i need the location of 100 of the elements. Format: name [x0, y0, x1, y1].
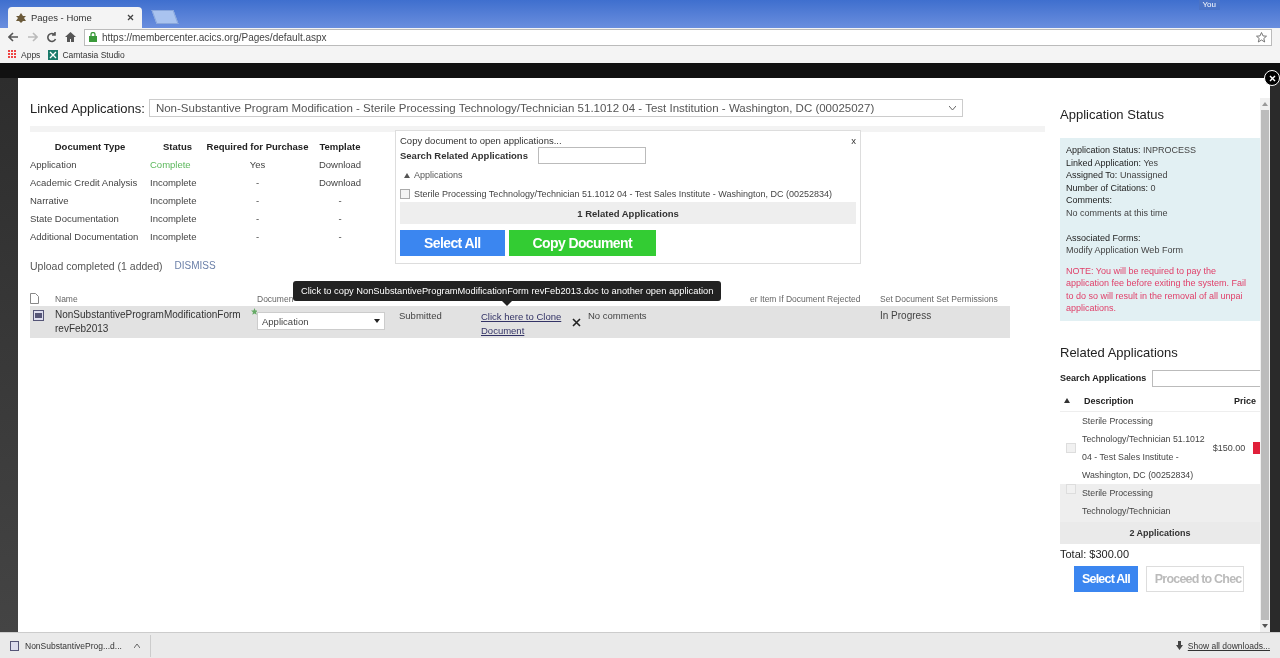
popup-title: Copy document to open applications...	[400, 135, 562, 146]
triangle-icon[interactable]	[404, 172, 410, 178]
bookmark[interactable]: Camtasia Studio	[48, 49, 125, 60]
scroll-down-icon[interactable]	[1262, 624, 1268, 628]
table-cell-text: Additional Documentation	[30, 230, 140, 244]
field-label: Search Applications	[1060, 373, 1147, 383]
table-cell-text: -	[254, 230, 261, 244]
remove-tag[interactable]	[1253, 441, 1260, 454]
column-header: Documen	[257, 293, 292, 306]
price: $150.00	[1212, 441, 1246, 455]
status-text: Incomplete	[150, 230, 198, 244]
table-cell: In Progress	[880, 310, 932, 321]
address-bar[interactable]: https://membercenter.acics.org/Pages/default.aspx	[84, 28, 1272, 46]
select-all-button[interactable]: Select All	[1074, 565, 1138, 592]
camtasia-icon	[48, 49, 59, 60]
checkbox[interactable]	[400, 189, 410, 199]
upload-message: Upload completed (1 added)	[30, 260, 163, 272]
table-footer: 2 Applications	[1060, 521, 1260, 544]
close-icon[interactable]: x	[851, 135, 856, 146]
table-cell-text: Sterile Processing Technology/Technician 51.1012 04 - Test Sales Institute - Washington, DC (00252834)	[1082, 414, 1206, 482]
application-label: Sterile Processing Technology/Technician 51.1012 04 - Test Sales Institute - Washington, DC (00252834)	[414, 189, 833, 199]
document-type-select[interactable]: Application	[257, 312, 385, 330]
table-cell-text: -	[337, 230, 343, 244]
field-label: Search Related Applications	[400, 150, 528, 161]
status-field: Number of Citations: 0	[1066, 181, 1260, 194]
document-icon	[33, 310, 44, 321]
field-label: Associated Forms:	[1066, 231, 1142, 244]
table-cell-text: -	[337, 194, 343, 208]
download-link[interactable]: Download	[310, 156, 370, 174]
column-header: Status	[161, 140, 193, 154]
close-icon[interactable]	[127, 14, 134, 21]
column-header: er Item If Document Rejected	[750, 293, 862, 306]
section-heading: Application Status	[1060, 107, 1166, 122]
lock-icon	[89, 32, 97, 42]
file-name: NonSubstantiveProgramModificationForm revFeb2013	[55, 308, 242, 336]
table-cell-text: State Documentation	[30, 212, 120, 226]
home-icon[interactable]	[65, 32, 76, 42]
section-heading: Related Applications	[1060, 344, 1179, 360]
table-cell-text: Yes	[248, 158, 267, 172]
status-field: Linked Application: Yes	[1066, 156, 1260, 169]
download-item[interactable]: NonSubstantiveProg...d...	[0, 634, 151, 657]
dismiss-link[interactable]: DISMISS	[174, 260, 216, 272]
table-cell-text: Application	[30, 158, 78, 172]
back-icon[interactable]	[8, 32, 19, 42]
apps-grid-icon	[8, 50, 17, 59]
table-row[interactable]: Sterile Processing Technology/Technician	[1060, 483, 1260, 522]
column-header: Template	[318, 140, 362, 154]
table-cell: No comments	[588, 310, 647, 321]
download-link[interactable]: Download	[310, 174, 370, 192]
field-label: Linked Applications:	[30, 100, 145, 116]
page-icon	[16, 12, 26, 23]
search-field[interactable]	[1152, 369, 1260, 387]
table-cell-text: Academic Credit Analysis	[30, 176, 139, 190]
column-header: Required for Purchase	[205, 140, 310, 154]
table-cell: Submitted	[399, 310, 442, 321]
file-icon	[30, 293, 39, 304]
table-cell-text: -	[254, 212, 261, 226]
caret-icon	[374, 319, 380, 323]
status-text: Modify Application Web Form	[1066, 244, 1184, 257]
tooltip-arrow-icon	[502, 301, 513, 306]
search-field[interactable]	[537, 147, 646, 164]
show-all-downloads-link[interactable]: Show all downloads...	[1187, 640, 1270, 651]
column-header[interactable]: Price	[1233, 395, 1256, 406]
column-header[interactable]: Description	[1084, 395, 1134, 406]
column-header: Set Document Set Permissions	[880, 293, 998, 306]
popup-footer: 1 Related Applications	[400, 202, 856, 224]
browser-tab[interactable]: Pages - Home	[8, 7, 142, 28]
status-text: Complete	[150, 158, 192, 172]
status-text: Incomplete	[150, 212, 198, 226]
warning-note: NOTE: You will be required to pay the application fee before exiting the system. Fail to do so will result in the removal of all unpai applications.	[1066, 264, 1248, 315]
column-header: Document Type	[53, 140, 127, 154]
table-cell-text: Sterile Processing Technology/Technician	[1082, 486, 1172, 518]
group-label: Applications	[414, 170, 463, 180]
table-row[interactable]: Sterile Processing Technology/Technician 51.1012 04 - Test Sales Institute - Washington, DC (00252834) $150.00	[1060, 411, 1260, 484]
download-icon	[1175, 641, 1183, 650]
caret-icon	[134, 643, 140, 648]
document-icon	[10, 640, 19, 651]
scroll-up-icon[interactable]	[1262, 102, 1268, 106]
select-all-button[interactable]: Select All	[400, 230, 505, 256]
table-cell-text: -	[254, 194, 261, 208]
status-text: Incomplete	[150, 194, 198, 208]
delete-icon[interactable]	[572, 318, 581, 327]
total: Total: $300.00	[1060, 547, 1131, 560]
scrollbar[interactable]	[1260, 98, 1270, 632]
star-icon	[251, 308, 257, 315]
clone-link[interactable]: Click here to Clone Document	[481, 310, 566, 338]
status-field: Assigned To: Unassigned	[1066, 169, 1260, 182]
table-cell-text: Narrative	[30, 194, 70, 208]
profile-label[interactable]: You	[1198, 0, 1220, 10]
chevron-icon	[948, 105, 956, 111]
reload-icon[interactable]	[46, 31, 57, 43]
bookmark-star-icon[interactable]	[1256, 31, 1267, 43]
linked-applications-select[interactable]: Non-Substantive Program Modification - Sterile Processing Technology/Technician 51.1012 04 - Test Institution - Washington, DC (00025027)	[148, 99, 963, 117]
status-field: Application Status: INPROCESS	[1066, 144, 1260, 157]
status-text: Incomplete	[150, 176, 198, 190]
bookmark[interactable]: Apps	[8, 49, 41, 60]
status-text: No comments at this time	[1066, 206, 1169, 219]
table-cell-text: -	[254, 176, 261, 190]
sort-icon[interactable]	[1064, 398, 1070, 403]
column-header: Name	[55, 293, 79, 306]
